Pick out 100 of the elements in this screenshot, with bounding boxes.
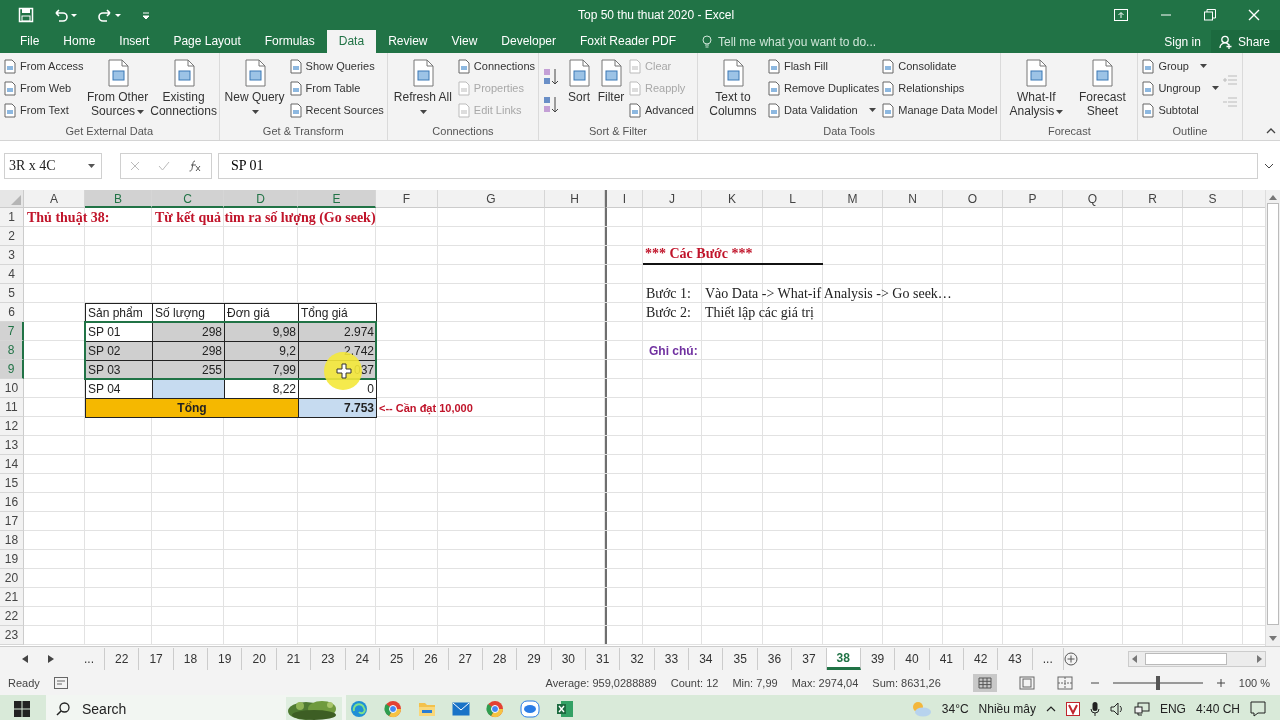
sheet-tab[interactable]: 20 bbox=[242, 648, 277, 670]
ribbon-button[interactable]: Relationships bbox=[880, 78, 999, 98]
sheet-tab[interactable]: 42 bbox=[964, 648, 999, 670]
sheet-tab[interactable]: 28 bbox=[482, 648, 518, 670]
sheet-tab[interactable]: 34 bbox=[689, 648, 724, 670]
row-header[interactable]: 9 bbox=[0, 360, 24, 379]
sheet-tab[interactable]: 18 bbox=[173, 648, 209, 670]
ribbon-button[interactable]: Advanced bbox=[627, 100, 695, 120]
column-header[interactable]: R bbox=[1123, 190, 1183, 208]
row-header[interactable]: 3 bbox=[0, 246, 24, 265]
row-header[interactable]: 19 bbox=[0, 550, 24, 569]
ribbon-tab[interactable]: Home bbox=[51, 30, 108, 53]
ribbon-button[interactable]: Flash Fill bbox=[765, 56, 881, 76]
ribbon-tab[interactable]: Foxit Reader PDF bbox=[568, 30, 689, 53]
column-header[interactable]: G bbox=[438, 190, 545, 208]
sheet-tab[interactable]: 38 bbox=[826, 648, 861, 670]
row-header[interactable]: 6 bbox=[0, 303, 24, 322]
language-indicator[interactable]: ENG bbox=[1159, 702, 1186, 716]
row-header[interactable]: 22 bbox=[0, 607, 24, 626]
column-header[interactable]: L bbox=[763, 190, 823, 208]
ribbon-button[interactable]: Subtotal bbox=[1140, 100, 1220, 120]
zoom-level[interactable]: 100 % bbox=[1238, 677, 1270, 689]
column-header[interactable]: Q bbox=[1063, 190, 1123, 208]
row-header[interactable]: 8 bbox=[0, 341, 24, 360]
row-header[interactable]: 15 bbox=[0, 474, 24, 493]
ribbon-button[interactable]: Refresh All bbox=[389, 56, 456, 125]
temperature[interactable]: 34°C bbox=[941, 702, 969, 716]
row-header[interactable]: 2 bbox=[0, 227, 24, 246]
sheet-tab[interactable]: 31 bbox=[586, 648, 621, 670]
column-header[interactable]: C bbox=[152, 190, 224, 208]
ribbon-tab[interactable]: Formulas bbox=[252, 30, 327, 53]
ribbon-button[interactable]: Remove Duplicates bbox=[765, 78, 881, 98]
sign-in-link[interactable]: Sign in bbox=[1154, 34, 1211, 49]
sheet-tab[interactable]: 35 bbox=[723, 648, 758, 670]
row-header[interactable]: 1 bbox=[0, 208, 24, 227]
ribbon-button[interactable]: From Web bbox=[2, 78, 85, 98]
column-header[interactable]: B bbox=[85, 190, 152, 208]
column-header[interactable]: S bbox=[1183, 190, 1243, 208]
row-header[interactable]: 10 bbox=[0, 379, 24, 398]
row-header[interactable]: 20 bbox=[0, 569, 24, 588]
sheet-tab[interactable]: 19 bbox=[208, 648, 243, 670]
column-header[interactable]: O bbox=[943, 190, 1003, 208]
ribbon-button[interactable]: Connections bbox=[455, 56, 536, 76]
ribbon-button[interactable]: Text to Columns bbox=[699, 56, 766, 125]
ribbon-button[interactable]: Filter bbox=[595, 56, 627, 125]
sheet-tab[interactable]: 30 bbox=[551, 648, 587, 670]
row-header[interactable]: 23 bbox=[0, 626, 24, 645]
ribbon-button[interactable]: Recent Sources bbox=[287, 100, 385, 120]
ribbon-tab[interactable]: Page Layout bbox=[161, 30, 253, 53]
ribbon-tab[interactable]: File bbox=[8, 30, 52, 53]
sheet-tab[interactable]: 26 bbox=[414, 648, 449, 670]
tell-me-field[interactable]: Tell me what you want to do... bbox=[702, 30, 921, 53]
ribbon-button[interactable]: From Other Sources bbox=[84, 56, 151, 125]
sheet-tab[interactable]: 33 bbox=[654, 648, 690, 670]
more-sheets-button[interactable]: ... bbox=[1032, 648, 1064, 670]
sheet-tab[interactable]: 39 bbox=[860, 648, 896, 670]
sheet-tab[interactable]: 32 bbox=[620, 648, 655, 670]
column-header[interactable]: P bbox=[1003, 190, 1063, 208]
sheet-tab[interactable]: 17 bbox=[139, 648, 174, 670]
taskbar-search-field[interactable]: Search bbox=[46, 695, 346, 720]
row-header[interactable]: 21 bbox=[0, 588, 24, 607]
formula-field[interactable]: SP 01 bbox=[218, 153, 1258, 179]
sheet-tab[interactable]: 24 bbox=[345, 648, 380, 670]
sheet-tab[interactable]: 21 bbox=[276, 648, 312, 670]
sheet-tab[interactable]: 22 bbox=[105, 648, 140, 670]
ribbon-button[interactable]: Forecast Sheet bbox=[1069, 56, 1136, 125]
row-header[interactable]: 17 bbox=[0, 512, 24, 531]
ribbon-button[interactable]: Existing Connections bbox=[150, 56, 217, 125]
ribbon-button[interactable]: New Query bbox=[221, 56, 288, 125]
column-header[interactable]: N bbox=[883, 190, 943, 208]
column-header[interactable]: D bbox=[224, 190, 298, 208]
column-header[interactable]: E bbox=[298, 190, 376, 208]
sheet-tab[interactable]: 23 bbox=[311, 648, 346, 670]
row-header[interactable]: 18 bbox=[0, 531, 24, 550]
row-header[interactable]: 11 bbox=[0, 398, 24, 417]
ribbon-button[interactable]: Group bbox=[1140, 56, 1220, 76]
share-button[interactable]: Share bbox=[1210, 30, 1280, 53]
sheet-tab[interactable]: 43 bbox=[998, 648, 1033, 670]
ribbon-button[interactable]: Data Validation bbox=[765, 100, 881, 120]
row-header[interactable]: 14 bbox=[0, 455, 24, 474]
ribbon-button[interactable]: Ungroup bbox=[1140, 78, 1220, 98]
ribbon-tab[interactable]: View bbox=[439, 30, 490, 53]
ribbon-button[interactable]: Show Queries bbox=[287, 56, 385, 76]
name-box[interactable]: 3R x 4C bbox=[4, 153, 102, 179]
more-sheets-button[interactable]: ... bbox=[74, 648, 105, 670]
ribbon-tab[interactable]: Data bbox=[326, 30, 377, 53]
row-header[interactable]: 4 bbox=[0, 265, 24, 284]
ribbon-tab[interactable]: Developer bbox=[489, 30, 568, 53]
ribbon-button[interactable]: Manage Data Model bbox=[880, 100, 999, 120]
sheet-tab[interactable]: 25 bbox=[379, 648, 415, 670]
row-header[interactable]: 13 bbox=[0, 436, 24, 455]
ribbon-button[interactable]: From Text bbox=[2, 100, 85, 120]
sheet-tab[interactable]: 41 bbox=[929, 648, 964, 670]
ribbon-button[interactable]: What-If Analysis bbox=[1003, 56, 1070, 125]
ribbon-button[interactable]: Sort bbox=[563, 56, 595, 125]
column-header[interactable]: I bbox=[605, 190, 643, 208]
sheet-tab[interactable]: 27 bbox=[448, 648, 483, 670]
column-header[interactable]: A bbox=[24, 190, 85, 208]
row-header[interactable]: 16 bbox=[0, 493, 24, 512]
column-header[interactable]: J bbox=[643, 190, 702, 208]
